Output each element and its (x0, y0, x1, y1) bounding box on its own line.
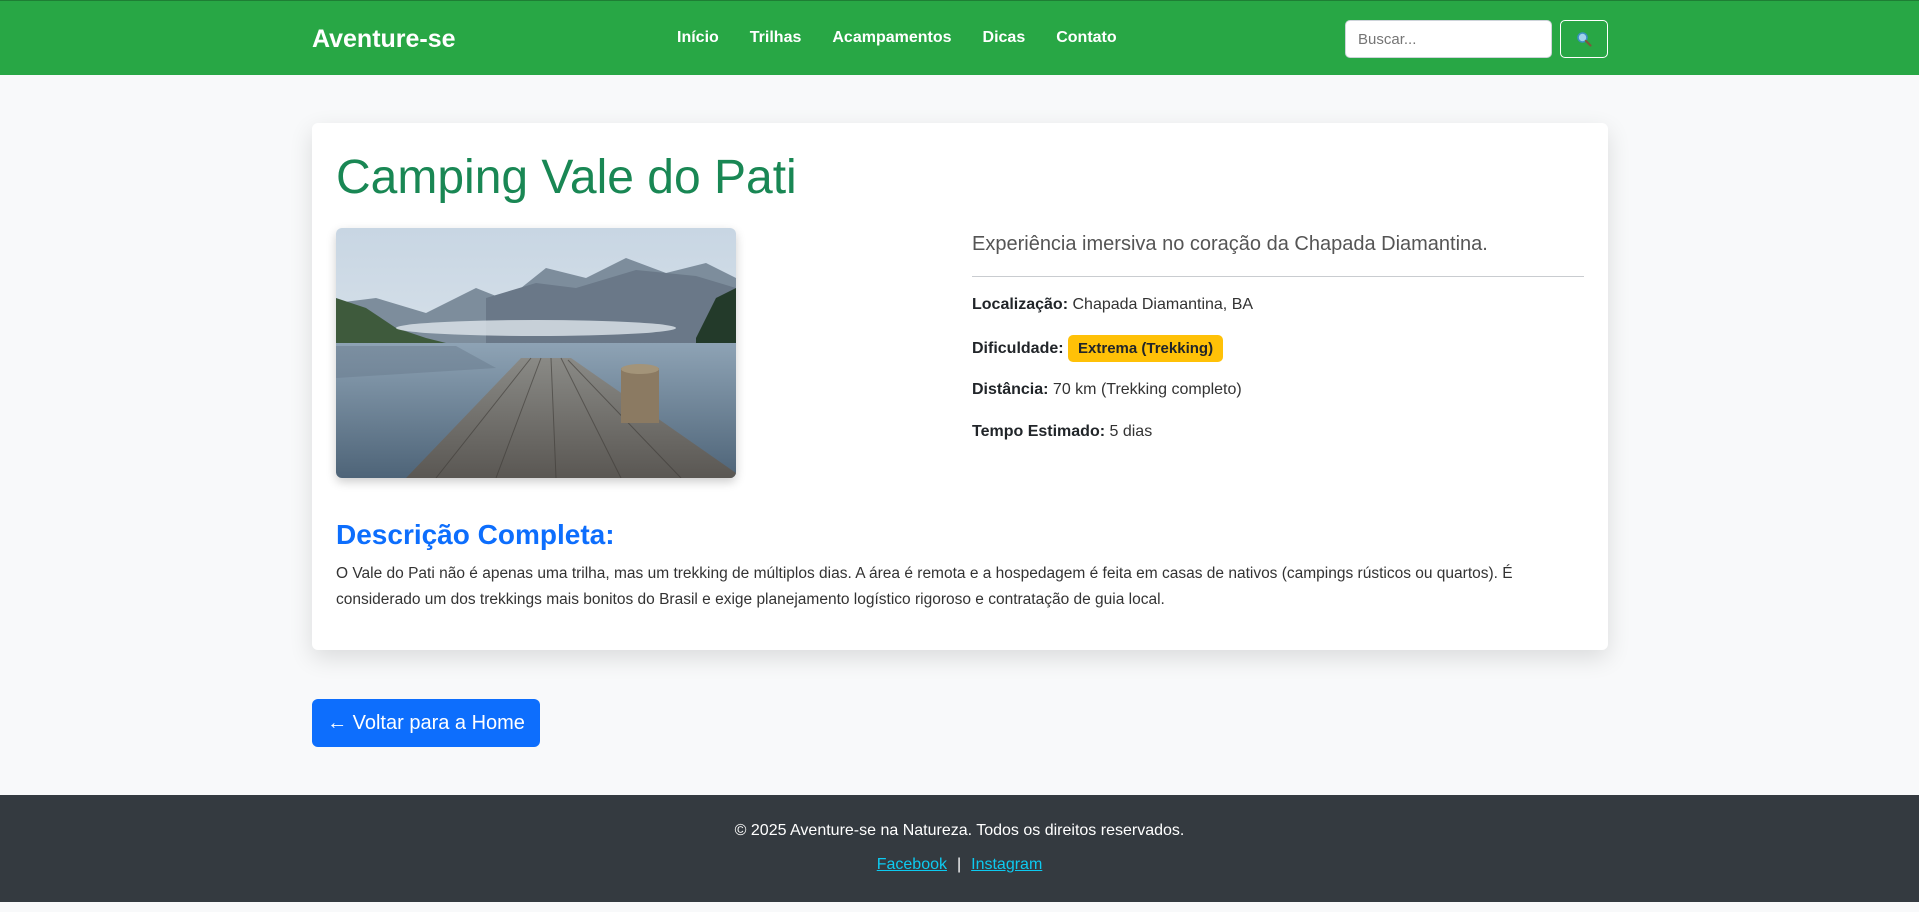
trail-detail-card: Camping Vale do Pati Experiência imersiv… (312, 123, 1608, 650)
facebook-link[interactable]: Facebook (877, 856, 947, 873)
magnifier-icon (1577, 32, 1592, 47)
distance-row: Distância: 70 km (Trekking completo) (972, 381, 1242, 399)
location-label: Localização: (972, 296, 1069, 313)
divider (972, 276, 1584, 277)
search-button[interactable] (1560, 20, 1608, 58)
social-links: Facebook | Instagram (0, 856, 1919, 874)
link-separator: | (956, 856, 962, 873)
distance-value: 70 km (Trekking completo) (1052, 381, 1242, 398)
nav-link-acampamentos[interactable]: Acampamentos (832, 29, 951, 47)
difficulty-label: Dificuldade: (972, 340, 1064, 357)
nav-link-contato[interactable]: Contato (1056, 29, 1116, 47)
location-value: Chapada Diamantina, BA (1072, 296, 1254, 313)
brand-logo[interactable]: Aventure-se (312, 25, 456, 54)
main-nav: Início Trilhas Acampamentos Dicas Contat… (677, 29, 1148, 47)
difficulty-badge: Extrema (Trekking) (1068, 335, 1224, 362)
time-row: Tempo Estimado: 5 dias (972, 423, 1152, 441)
nav-link-dicas[interactable]: Dicas (983, 29, 1026, 47)
location-row: Localização: Chapada Diamantina, BA (972, 296, 1253, 314)
back-home-button[interactable]: ← Voltar para a Home (312, 699, 540, 747)
navbar: Aventure-se Início Trilhas Acampamentos … (0, 0, 1919, 75)
page-title: Camping Vale do Pati (336, 151, 797, 204)
description-text: O Vale do Pati não é apenas uma trilha, … (336, 565, 1513, 608)
nav-link-trilhas[interactable]: Trilhas (750, 29, 802, 47)
time-label: Tempo Estimado: (972, 423, 1106, 440)
trail-subtitle: Experiência imersiva no coração da Chapa… (972, 233, 1488, 255)
footer: © 2025 Aventure-se na Natureza. Todos os… (0, 795, 1919, 902)
instagram-link[interactable]: Instagram (971, 856, 1042, 873)
search-input[interactable] (1345, 20, 1552, 58)
nav-link-inicio[interactable]: Início (677, 29, 719, 47)
distance-label: Distância: (972, 381, 1049, 398)
description-heading: Descrição Completa: (336, 519, 615, 550)
copyright-text: © 2025 Aventure-se na Natureza. Todos os… (734, 822, 1185, 839)
time-value: 5 dias (1109, 423, 1153, 440)
lake-pier-image (336, 228, 736, 478)
difficulty-row: Dificuldade: Extrema (Trekking) (972, 335, 1224, 362)
trail-photo (336, 228, 736, 478)
